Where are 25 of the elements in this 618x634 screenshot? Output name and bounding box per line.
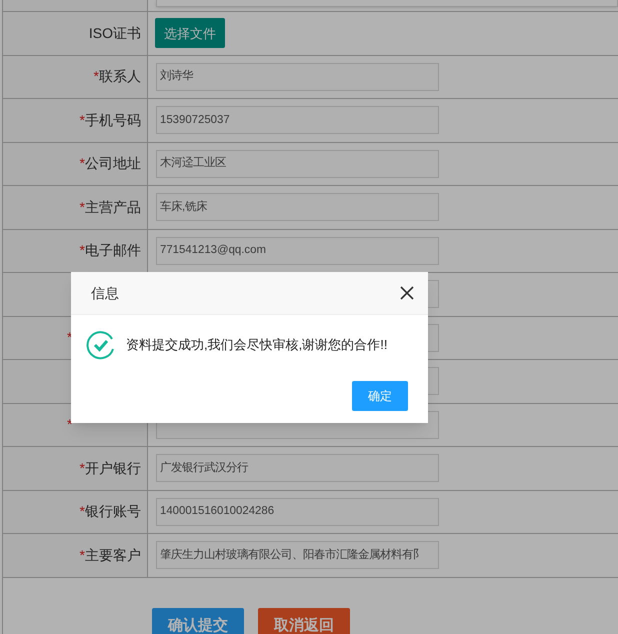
field-label: *手机号码 [80, 110, 142, 130]
field-label: *主营产品 [80, 198, 142, 217]
field-label: *电子邮件 [80, 241, 142, 260]
text-field[interactable]: 15390725037 [156, 106, 439, 134]
field-label: *公司地址 [80, 154, 142, 174]
text-field[interactable]: 车床,铣床 [156, 193, 439, 222]
field-label: ISO证书 [88, 24, 142, 43]
field-label: *主要客户 [80, 546, 142, 565]
cancel-button[interactable]: 取消返回 [258, 608, 350, 634]
text-field[interactable]: 刘诗华 [156, 62, 439, 91]
text-field[interactable]: 广发银行武汉分行 [156, 454, 439, 482]
text-field[interactable]: 木河迳工业区 [156, 150, 439, 178]
field-label: *银行账号 [80, 502, 142, 522]
choose-file-button[interactable]: 选择文件 [155, 18, 225, 48]
text-field[interactable] [156, 0, 618, 7]
close-icon[interactable] [400, 286, 414, 300]
ok-button[interactable]: 确定 [352, 381, 408, 411]
dialog-message: 资料提交成功,我们会尽快审核,谢谢您的合作!! [126, 336, 388, 354]
text-field[interactable]: 肇庆生力山村玻璃有限公司、阳春市汇隆金属材料有阝 [156, 541, 439, 570]
success-icon [86, 330, 116, 360]
field-label: *开户银行 [80, 458, 142, 478]
field-label: *联系人 [94, 67, 142, 86]
dialog-title: 信息 [91, 284, 119, 302]
text-field[interactable]: 771541213@qq.com [156, 236, 439, 265]
text-field[interactable]: 140001516010024286 [156, 498, 439, 526]
